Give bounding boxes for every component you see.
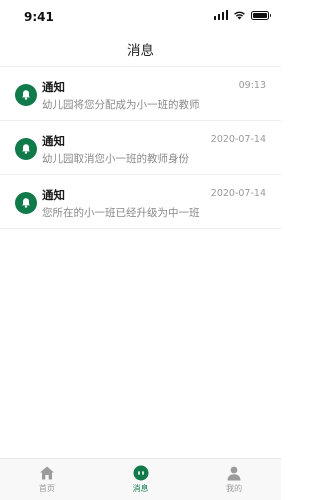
message-title: 通知 (42, 134, 65, 148)
status-icons (213, 10, 271, 20)
bell-icon (15, 138, 37, 160)
cellular-signal-icon (213, 10, 228, 20)
tab-messages[interactable]: 消息 (94, 459, 188, 500)
message-list: 通知 09:13 幼儿园将您分配成为小一班的教师 通知 2020-07-14 幼… (0, 67, 281, 229)
wifi-icon (234, 11, 245, 20)
bell-icon (15, 192, 37, 214)
message-item[interactable]: 通知 2020-07-14 您所在的小一班已经升级为中一班 (0, 175, 281, 229)
message-time: 2020-07-14 (210, 188, 266, 199)
battery-icon (251, 10, 271, 20)
tab-home[interactable]: 首页 (0, 459, 94, 500)
message-item[interactable]: 通知 09:13 幼儿园将您分配成为小一班的教师 (0, 67, 281, 121)
bell-icon (15, 84, 37, 106)
page-title: 消息 (127, 43, 154, 59)
status-time: 9:41 (24, 10, 54, 24)
message-text: 幼儿园将您分配成为小一班的教师 (42, 99, 200, 111)
home-icon (39, 466, 54, 480)
message-time: 09:13 (238, 80, 266, 91)
message-title: 通知 (42, 80, 65, 94)
tab-profile-label: 我的 (226, 484, 243, 493)
message-icon (133, 465, 148, 481)
profile-icon (227, 466, 241, 481)
tab-home-label: 首页 (38, 484, 55, 493)
nav-bar: 消息 (0, 32, 281, 67)
tab-profile[interactable]: 我的 (187, 459, 281, 500)
message-item[interactable]: 通知 2020-07-14 幼儿园取消您小一班的教师身份 (0, 121, 281, 175)
message-text: 您所在的小一班已经升级为中一班 (42, 207, 200, 219)
tab-messages-label: 消息 (132, 484, 149, 493)
message-text: 幼儿园取消您小一班的教师身份 (42, 153, 189, 165)
message-time: 2020-07-14 (210, 134, 266, 145)
tab-bar: 首页 消息 我的 (0, 458, 281, 500)
status-bar: 9:41 (0, 0, 281, 32)
message-title: 通知 (42, 188, 65, 202)
